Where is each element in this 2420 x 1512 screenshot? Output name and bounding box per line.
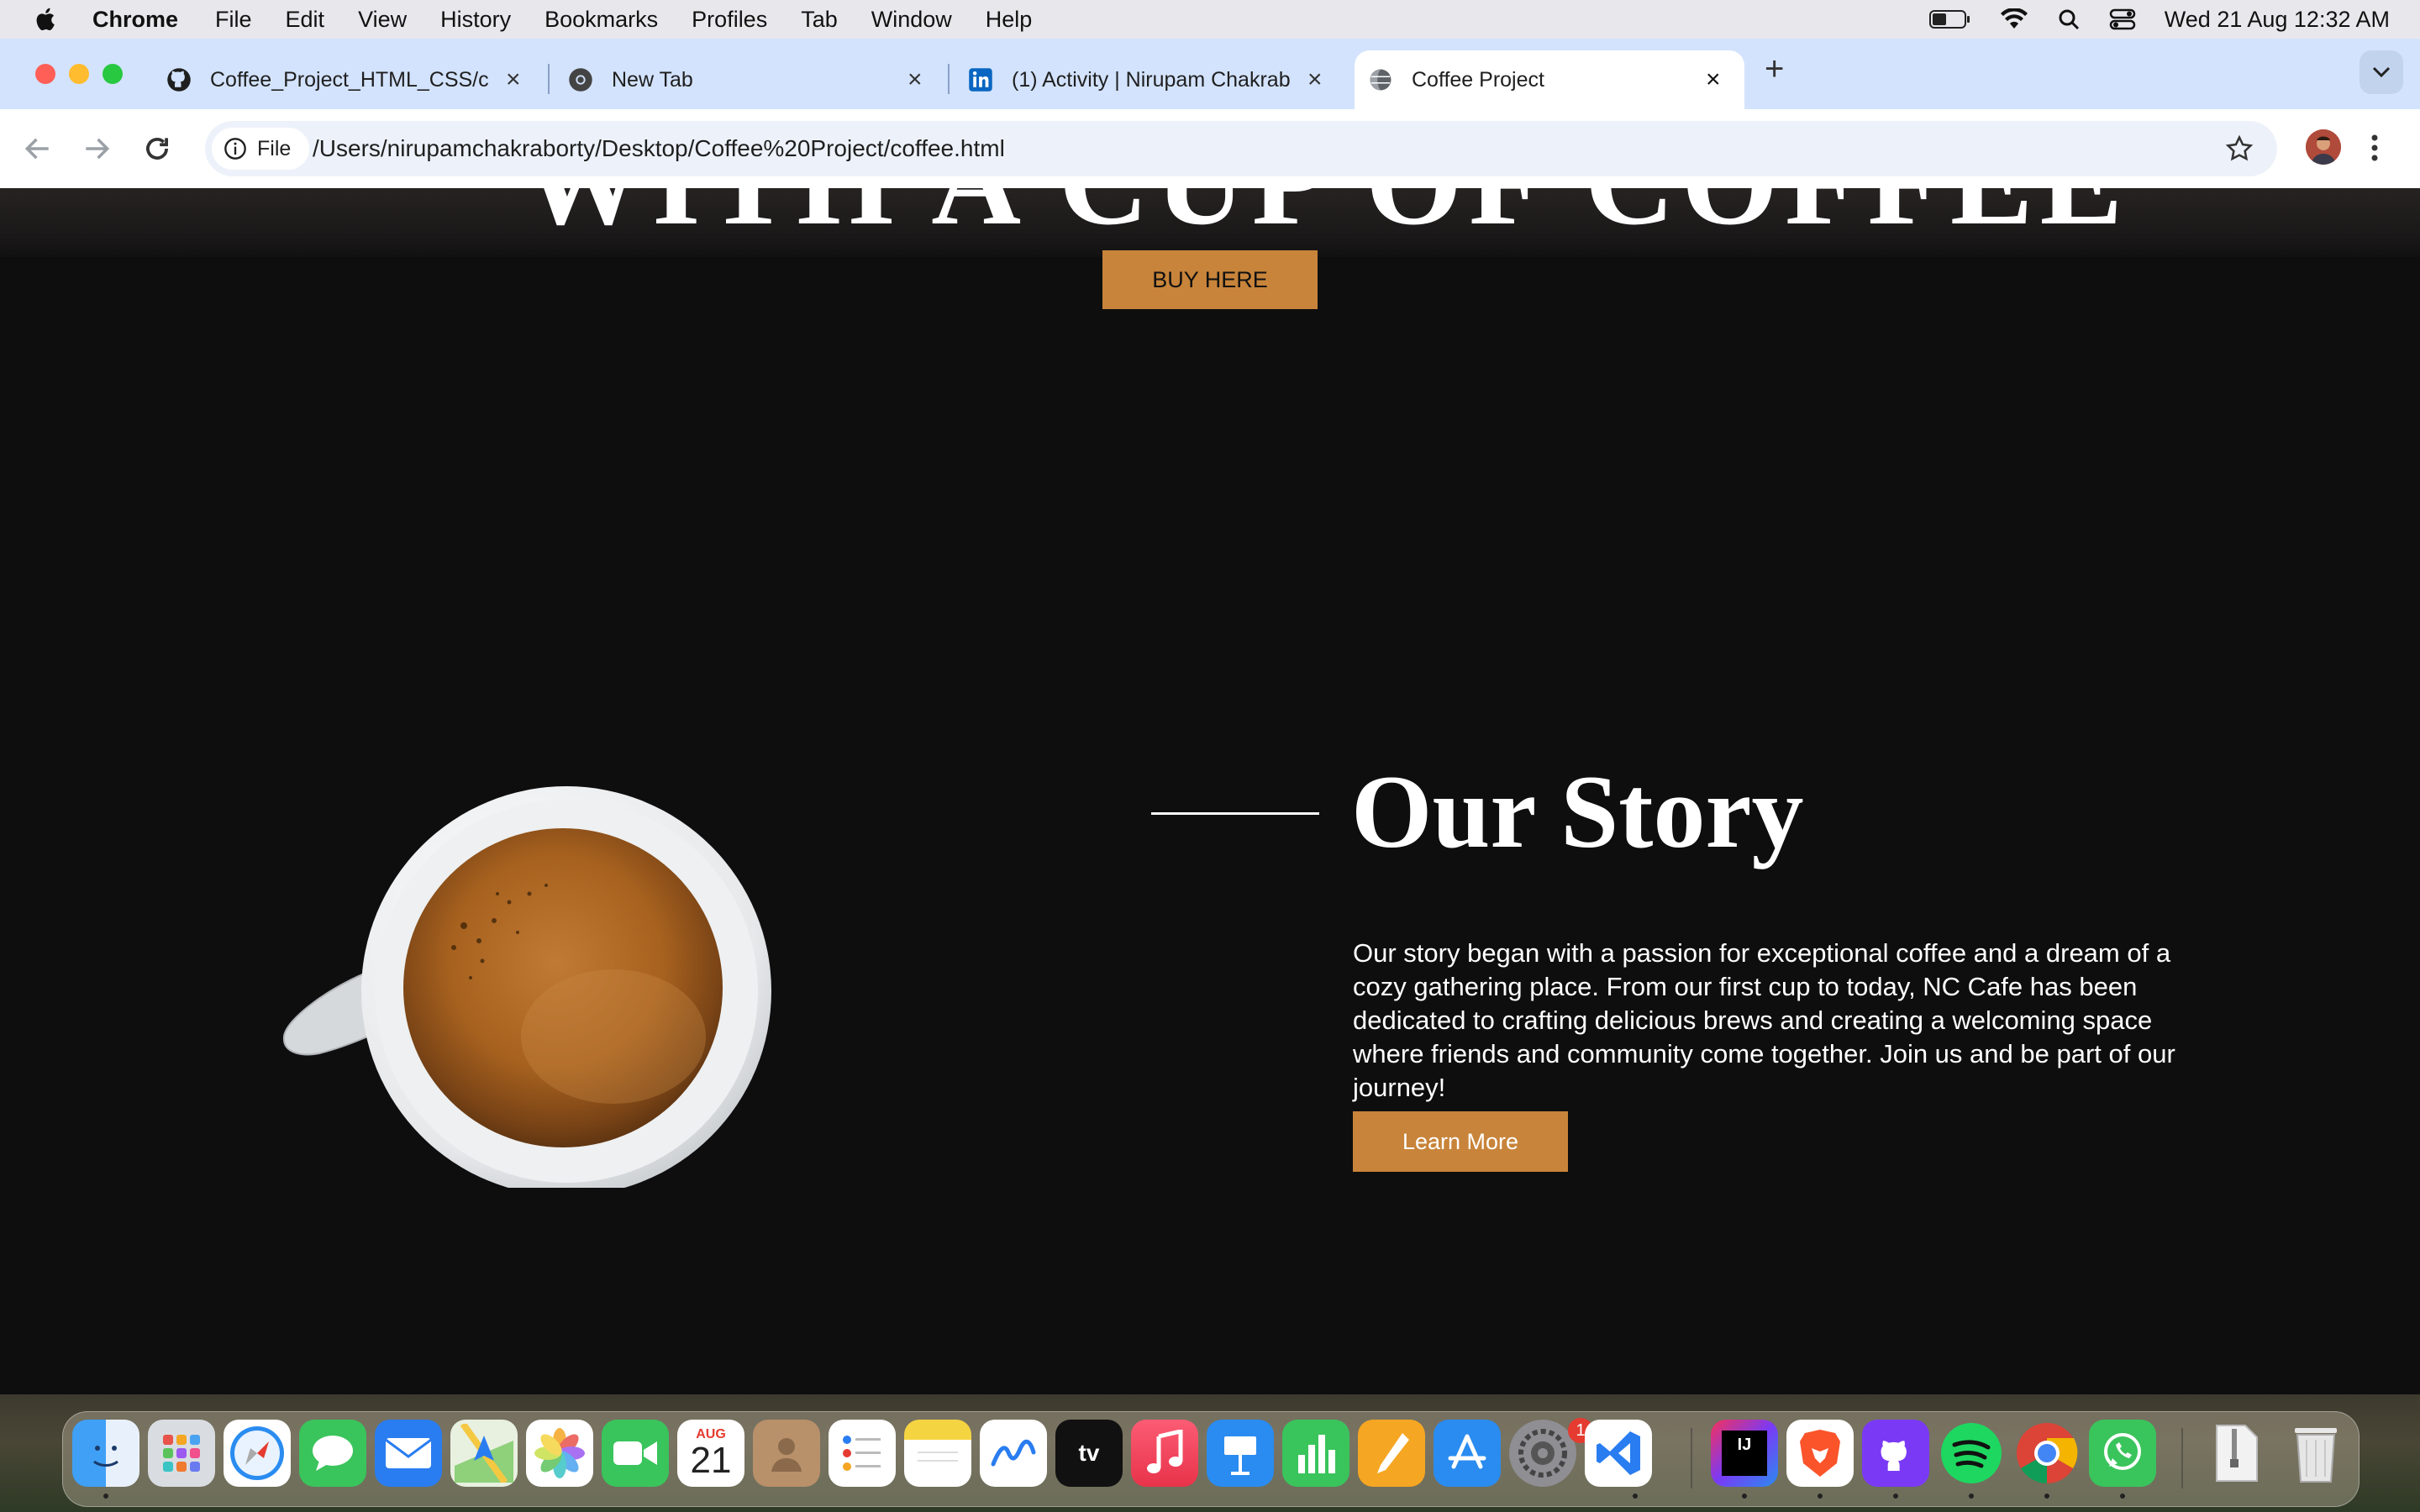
spotify-icon[interactable] [1938,1420,2005,1487]
address-bar[interactable]: File /Users/nirupamchakraborty/Desktop/C… [205,121,2277,176]
contacts-icon[interactable] [753,1420,820,1487]
hero-title: WITH A CUP OF COFFEE [521,188,2123,254]
menu-view[interactable]: View [358,7,407,33]
tab-title: (1) Activity | Nirupam Chakrab [1012,67,1291,92]
messages-icon[interactable] [299,1420,366,1487]
menu-bar-clock[interactable]: Wed 21 Aug 12:32 AM [2165,7,2390,33]
numbers-icon[interactable] [1282,1420,1349,1487]
tab-linkedin[interactable]: (1) Activity | Nirupam Chakrab × [968,50,1329,109]
music-icon[interactable] [1131,1420,1198,1487]
coffee-cup-image [282,786,771,1188]
web-page-viewport: WITH A CUP OF COFFEE BUY HERE [0,188,2420,1394]
facetime-icon[interactable] [602,1420,669,1487]
menu-app-name[interactable]: Chrome [92,7,178,33]
pages-icon[interactable] [1358,1420,1425,1487]
site-info-label: File [257,136,292,160]
buy-here-button[interactable]: BUY HERE [1102,250,1318,309]
mail-icon[interactable] [375,1420,442,1487]
keynote-icon[interactable] [1207,1420,1274,1487]
tab-close-icon[interactable]: × [506,66,521,94]
menu-bookmarks[interactable]: Bookmarks [544,7,658,33]
menu-profiles[interactable]: Profiles [692,7,767,33]
linkedin-icon [969,68,992,92]
brave-icon[interactable] [1786,1420,1854,1487]
reminders-icon[interactable] [829,1420,896,1487]
wifi-icon[interactable] [2000,8,2028,30]
reload-icon[interactable] [141,133,173,165]
menu-edit[interactable]: Edit [286,7,325,33]
tab-github[interactable]: Coffee_Project_HTML_CSS/c × [166,50,528,109]
menu-file[interactable]: File [215,7,252,33]
tab-close-icon[interactable]: × [1706,66,1721,94]
tab-close-icon[interactable]: × [1307,66,1323,94]
spotlight-search-icon[interactable] [2057,8,2081,31]
notes-icon[interactable] [904,1420,971,1487]
vscode-icon[interactable] [1585,1420,1652,1487]
maps-icon[interactable] [450,1420,518,1487]
bookmark-star-icon[interactable] [2225,134,2254,163]
forward-arrow-icon[interactable] [81,133,113,165]
finder-icon[interactable] [72,1420,139,1487]
battery-icon[interactable] [1928,9,1971,29]
story-divider-line [1151,812,1319,815]
new-tab-button[interactable]: + [1765,52,1784,86]
photos-icon[interactable] [526,1420,593,1487]
tab-close-icon[interactable]: × [908,66,923,94]
tab-title: Coffee Project [1412,67,1544,92]
story-paragraph: Our story began with a passion for excep… [1353,938,2175,1102]
menu-help[interactable]: Help [986,7,1033,33]
control-center-icon[interactable] [2109,8,2136,31]
tab-title: Coffee_Project_HTML_CSS/c [210,67,489,92]
profile-avatar[interactable] [2306,129,2341,165]
calendar-icon[interactable]: AUG 21 [677,1420,744,1487]
back-arrow-icon[interactable] [22,133,54,165]
chrome-tab-strip: Coffee_Project_HTML_CSS/c × New Tab × (1… [0,39,2420,109]
system-settings-icon[interactable] [1509,1420,1576,1487]
github-icon [167,68,191,92]
window-close-button[interactable] [35,64,55,84]
story-title: Our Story [1351,754,1804,869]
url-text[interactable]: /Users/nirupamchakraborty/Desktop/Coffee… [313,121,1005,176]
archive-icon[interactable] [2203,1420,2270,1487]
apple-icon[interactable] [32,5,60,34]
chrome-toolbar: File /Users/nirupamchakraborty/Desktop/C… [0,109,2420,189]
safari-icon[interactable] [224,1420,291,1487]
chevron-down-icon [2372,66,2391,78]
intellij-icon[interactable]: IJ [1711,1420,1778,1487]
whatsapp-icon[interactable] [2089,1420,2156,1487]
menu-tab[interactable]: Tab [801,7,838,33]
github-desktop-icon[interactable] [1862,1420,1929,1487]
globe-icon [1370,69,1392,91]
menu-window[interactable]: Window [871,7,952,33]
menu-history[interactable]: History [440,7,511,33]
tab-new-tab[interactable]: New Tab × [568,50,929,109]
tab-search-button[interactable] [2360,50,2403,94]
trash-icon[interactable] [2282,1420,2349,1487]
more-options-icon[interactable] [2370,131,2380,165]
chrome-icon[interactable] [2013,1420,2081,1487]
window-minimize-button[interactable] [69,64,89,84]
info-icon [224,138,246,160]
calendar-day: 21 [690,1440,732,1481]
app-store-icon[interactable] [1434,1420,1501,1487]
tab-coffee-project[interactable]: Coffee Project × [1355,50,1744,109]
macos-menu-bar: Chrome File Edit View History Bookmarks … [0,0,2420,39]
chrome-icon [569,68,592,92]
site-info-chip[interactable]: File [212,128,310,170]
window-zoom-button[interactable] [103,64,123,84]
freeform-icon[interactable] [980,1420,1047,1487]
tab-title: New Tab [612,67,693,92]
apple-tv-icon[interactable]: tv [1055,1420,1123,1487]
learn-more-button[interactable]: Learn More [1353,1111,1568,1172]
launchpad-icon[interactable] [148,1420,215,1487]
